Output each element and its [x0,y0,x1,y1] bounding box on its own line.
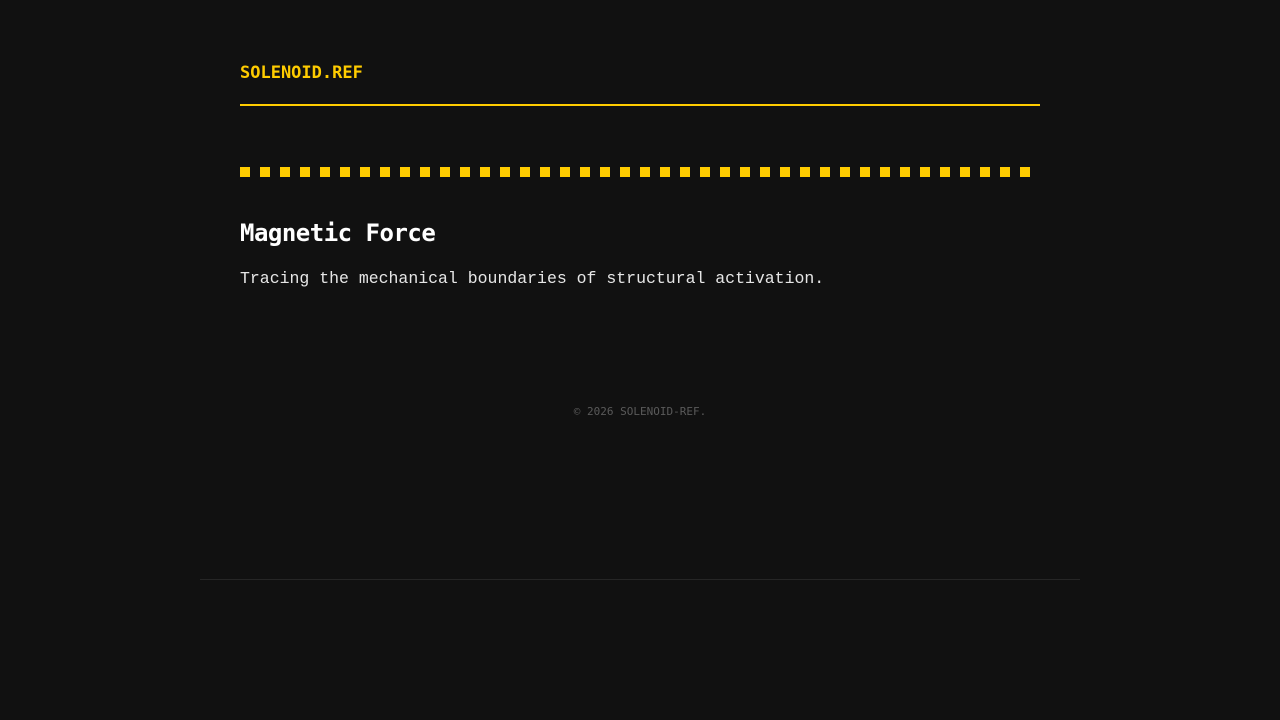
dotted-divider [240,167,1040,177]
divider-square [700,167,710,177]
divider-square [600,167,610,177]
divider-square [360,167,370,177]
divider-square [620,167,630,177]
divider-square [660,167,670,177]
brand-logo[interactable]: SOLENOID.REF [240,62,363,84]
divider-square [300,167,310,177]
divider-square [800,167,810,177]
divider-square [440,167,450,177]
divider-square [880,167,890,177]
divider-square [980,167,990,177]
divider-square [320,167,330,177]
divider-square [260,167,270,177]
footer-copyright: © 2026 SOLENOID-REF. [573,405,707,418]
divider-square [280,167,290,177]
divider-square [1000,167,1010,177]
divider-square [780,167,790,177]
divider-square [680,167,690,177]
divider-square [560,167,570,177]
divider-square [240,167,250,177]
divider-square [740,167,750,177]
divider-square [420,167,430,177]
divider-square [920,167,930,177]
divider-square [380,167,390,177]
divider-square [820,167,830,177]
page-subtitle: Tracing the mechanical boundaries of str… [240,269,825,288]
divider-square [900,167,910,177]
page: SOLENOID.REF Magnetic Force Tracing the … [0,0,1280,720]
divider-square [340,167,350,177]
divider-square [580,167,590,177]
page-title: Magnetic Force [240,219,436,247]
divider-square [1020,167,1030,177]
divider-square [500,167,510,177]
header-divider [240,104,1040,106]
divider-square [860,167,870,177]
divider-square [940,167,950,177]
footer-divider [200,579,1080,580]
divider-square [840,167,850,177]
divider-square [760,167,770,177]
divider-square [720,167,730,177]
divider-square [480,167,490,177]
divider-square [460,167,470,177]
divider-square [400,167,410,177]
divider-square [520,167,530,177]
divider-square [960,167,970,177]
divider-square [540,167,550,177]
divider-square [640,167,650,177]
